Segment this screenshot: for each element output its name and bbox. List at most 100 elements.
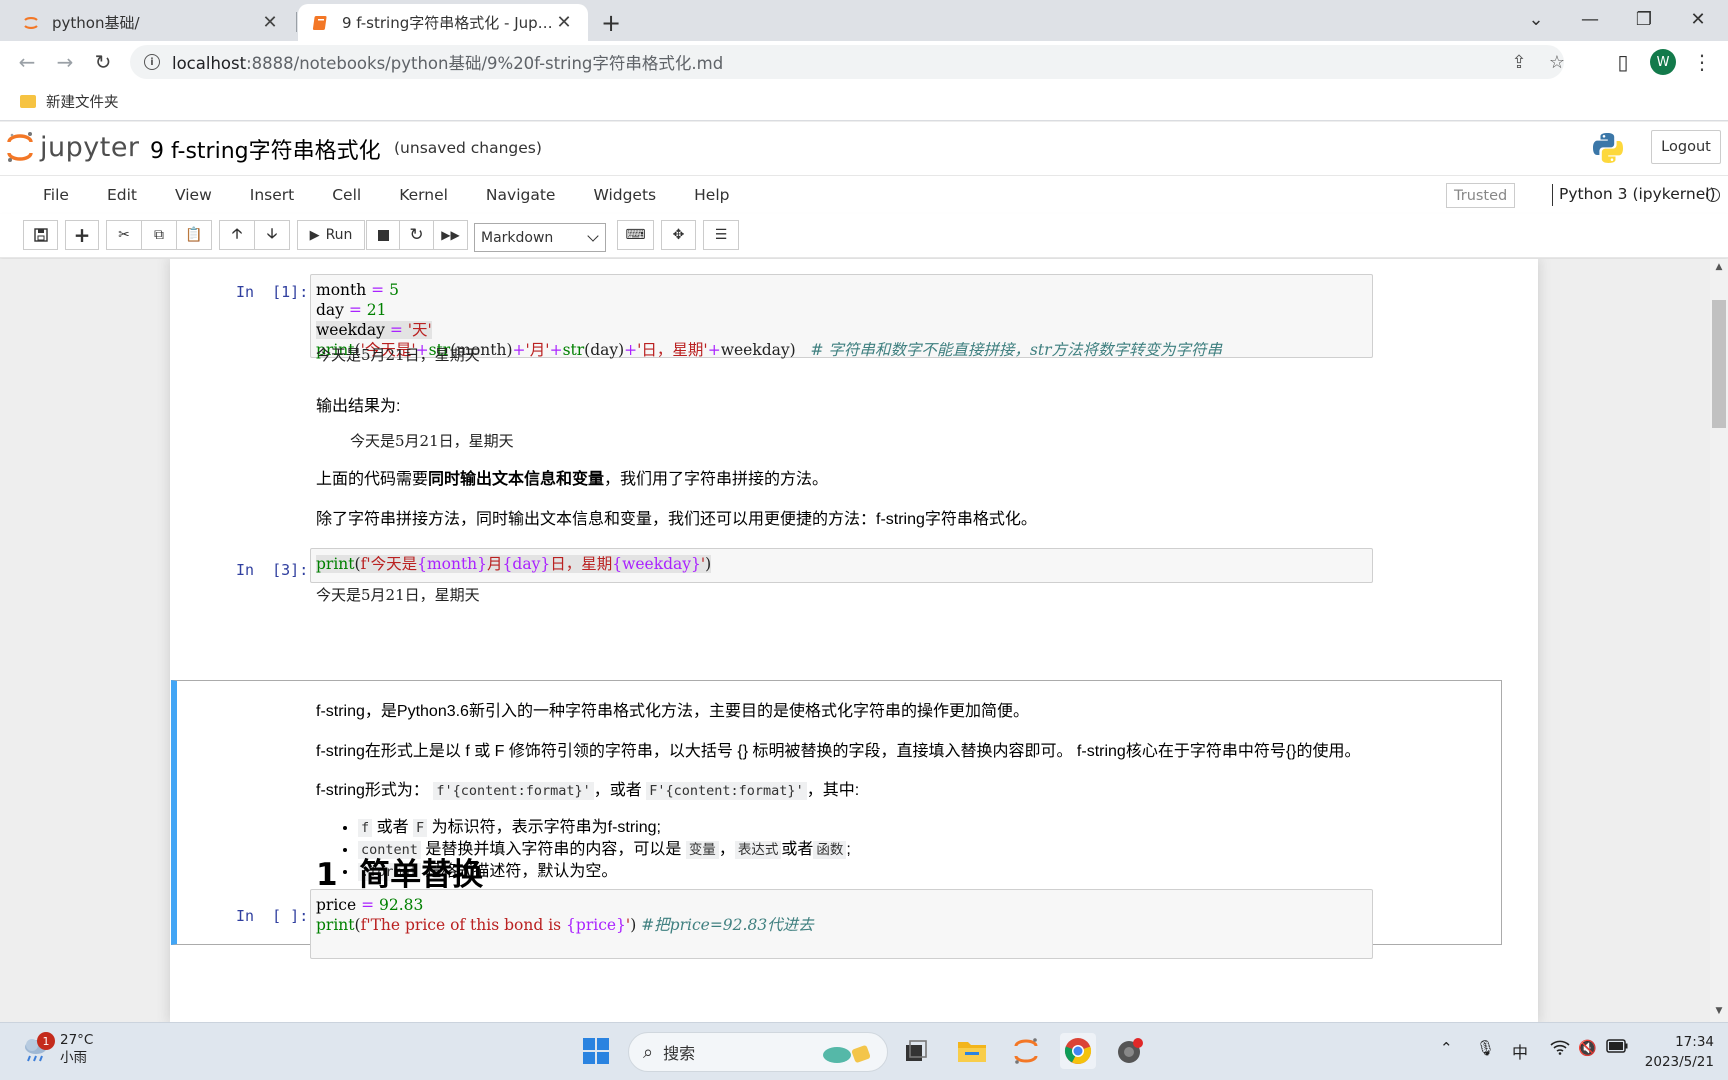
cell-output: 今天是5月21日，星期天 — [316, 586, 480, 604]
md-paragraph: f-string形式为： f'{content:format}' ，或者 F'{c… — [316, 782, 860, 800]
menu-kernel[interactable]: Kernel — [380, 186, 467, 204]
new-tab-icon[interactable]: + — [596, 8, 626, 38]
restart-icon[interactable]: ↻ — [399, 220, 434, 250]
weather-text: 27°C 小雨 — [60, 1032, 94, 1066]
fast-forward-icon[interactable]: ▶▶ — [433, 220, 468, 250]
kernel-separator — [1552, 184, 1553, 206]
jupyter-menubar: File Edit View Insert Cell Kernel Naviga… — [0, 176, 1728, 214]
md-paragraph: f-string在形式上是以 f 或 F 修饰符引领的字符串，以大括号 {} 标… — [316, 743, 1361, 760]
logout-button[interactable]: Logout — [1651, 130, 1721, 164]
run-button[interactable]: ▶ Run — [297, 220, 365, 250]
share-icon[interactable]: ⇪ — [1504, 45, 1534, 79]
list-item: f 或者 F 为标识符，表示字符串为f-string; — [358, 817, 851, 839]
stop-icon[interactable] — [366, 220, 400, 250]
folder-icon — [20, 95, 36, 108]
save-status: (unsaved changes) — [394, 139, 542, 157]
chrome-icon[interactable] — [1060, 1033, 1096, 1069]
md-paragraph: f-string，是Python3.6新引入的一种字符串格式化方法，主要目的是使… — [316, 703, 1029, 720]
trusted-indicator[interactable]: Trusted — [1446, 183, 1516, 208]
menu-view[interactable]: View — [156, 186, 231, 204]
list-icon[interactable]: ☰ — [703, 220, 739, 250]
menu-widgets[interactable]: Widgets — [574, 186, 675, 204]
code-line: print(f'The price of this bond is {price… — [316, 916, 814, 934]
code-cell-3[interactable]: print(f'今天是{month}月{day}日，星期{weekday}') — [310, 548, 1373, 583]
md-paragraph: 除了字符串拼接方法，同时输出文本信息和变量，我们还可以用更便捷的方法：f-str… — [316, 511, 1037, 528]
move-down-icon[interactable]: 🡣 — [254, 220, 290, 250]
code-line: print(f'今天是{month}月{day}日，星期{weekday}') — [316, 555, 712, 573]
bookmark-folder[interactable]: 新建文件夹 — [20, 91, 119, 112]
file-explorer-icon[interactable] — [954, 1033, 990, 1069]
cell-prompt: In [1]: — [236, 283, 309, 301]
code-line: month = 5 — [316, 281, 399, 299]
keyboard-icon[interactable]: ⌨ — [617, 220, 654, 250]
chevron-up-icon[interactable]: ⌃ — [1440, 1039, 1453, 1057]
battery-icon[interactable] — [1606, 1039, 1628, 1057]
weather-widget[interactable]: 27°C 小雨 — [20, 1031, 93, 1067]
menu-dots-icon[interactable]: ⋮ — [1690, 47, 1714, 77]
system-clock[interactable]: 17:34 2023/5/21 — [1640, 1032, 1714, 1072]
copy-icon[interactable]: ⧉ — [141, 220, 177, 250]
tab-label: python基础/ — [52, 14, 140, 32]
jupyter-logo[interactable]: jupyter — [6, 130, 140, 164]
back-icon[interactable]: ← — [12, 47, 42, 77]
restore-icon[interactable]: ❐ — [1622, 4, 1666, 34]
close-window-icon[interactable]: ✕ — [1676, 4, 1720, 34]
crosshair-icon[interactable]: ✥ — [661, 220, 696, 250]
info-icon[interactable]: i — [144, 54, 160, 70]
tab-notebook[interactable]: 9 f-string字符串格式化 - Jupyter Notebook ✕ — [298, 4, 588, 41]
sidebar-icon[interactable]: ▯ — [1608, 47, 1638, 77]
menu-cell[interactable]: Cell — [313, 186, 380, 204]
star-icon[interactable]: ☆ — [1542, 45, 1572, 79]
notebook-container: In [1]: month = 5 day = 21 weekday = '天'… — [0, 259, 1710, 1022]
code-cell-4[interactable]: price = 92.83 print(f'The price of this … — [310, 889, 1373, 959]
url-input[interactable]: i localhost:8888/notebooks/python基础/9%20… — [130, 45, 1565, 79]
tab-separator — [296, 12, 297, 32]
wifi-icon[interactable] — [1550, 1039, 1570, 1059]
menu-insert[interactable]: Insert — [231, 186, 313, 204]
cut-icon[interactable]: ✂ — [106, 220, 142, 250]
taskbar-search-input[interactable]: ⌕ 搜索 — [628, 1032, 888, 1072]
chevron-down-icon[interactable]: ⌄ — [1514, 4, 1558, 34]
md-paragraph: 上面的代码需要同时输出文本信息和变量，我们用了字符串拼接的方法。 — [316, 471, 829, 488]
avatar[interactable]: W — [1650, 49, 1676, 75]
menu-navigate[interactable]: Navigate — [467, 186, 575, 204]
cell-prompt: In [3]: — [236, 561, 309, 579]
reload-icon[interactable]: ↻ — [88, 47, 118, 77]
kernel-name[interactable]: Python 3 (ipykernel) — [1559, 185, 1716, 203]
menu-help[interactable]: Help — [675, 186, 748, 204]
cell-prompt: In [ ]: — [236, 907, 309, 925]
save-icon[interactable] — [23, 220, 58, 250]
menu-file[interactable]: File — [24, 186, 88, 204]
add-cell-icon[interactable]: + — [65, 220, 99, 250]
jupyter-toolbar: + ✂ ⧉ 📋 🡡 🡣 ▶ Run ↻ ▶▶ ⌨ ✥ ☰ — [0, 214, 1728, 258]
windows-start-icon[interactable] — [578, 1033, 614, 1069]
microphone-icon[interactable]: 🎙 — [1476, 1039, 1495, 1057]
task-view-icon[interactable] — [898, 1033, 934, 1069]
paste-icon[interactable]: 📋 — [176, 220, 212, 250]
scrollbar-thumb[interactable] — [1712, 300, 1726, 428]
scroll-up-icon[interactable]: ▲ — [1713, 262, 1725, 274]
code-line: weekday = '天' — [316, 321, 432, 339]
minimize-icon[interactable]: — — [1568, 4, 1612, 34]
volume-muted-icon[interactable]: 🔇 — [1578, 1039, 1597, 1057]
ime-indicator[interactable]: 中 — [1512, 1039, 1528, 1063]
url-text: localhost:8888/notebooks/python基础/9%20f-… — [172, 54, 724, 73]
bookmark-label: 新建文件夹 — [46, 95, 119, 111]
forward-icon[interactable]: → — [50, 47, 80, 77]
scroll-down-icon[interactable]: ▼ — [1713, 1006, 1725, 1018]
tab-python-basics[interactable]: python基础/ ✕ — [8, 4, 294, 41]
tab-label: 9 f-string字符串格式化 - Jupyter Notebook — [342, 14, 554, 32]
recorder-app-icon[interactable] — [1112, 1033, 1148, 1069]
bookmarks-bar: 新建文件夹 — [0, 83, 1728, 121]
jupyter-app-icon[interactable] — [1008, 1033, 1044, 1069]
code-line: price = 92.83 — [316, 896, 424, 914]
cell-type-select[interactable]: Markdown — [474, 223, 606, 252]
menu-edit[interactable]: Edit — [88, 186, 156, 204]
md-paragraph: 输出结果为: — [316, 398, 401, 415]
close-icon[interactable]: ✕ — [260, 12, 280, 33]
code-line: day = 21 — [316, 301, 387, 319]
notebook-title[interactable]: 9 f-string字符串格式化 — [150, 133, 381, 165]
play-icon: ▶ — [309, 227, 320, 243]
close-icon[interactable]: ✕ — [554, 12, 574, 33]
move-up-icon[interactable]: 🡡 — [219, 220, 255, 250]
